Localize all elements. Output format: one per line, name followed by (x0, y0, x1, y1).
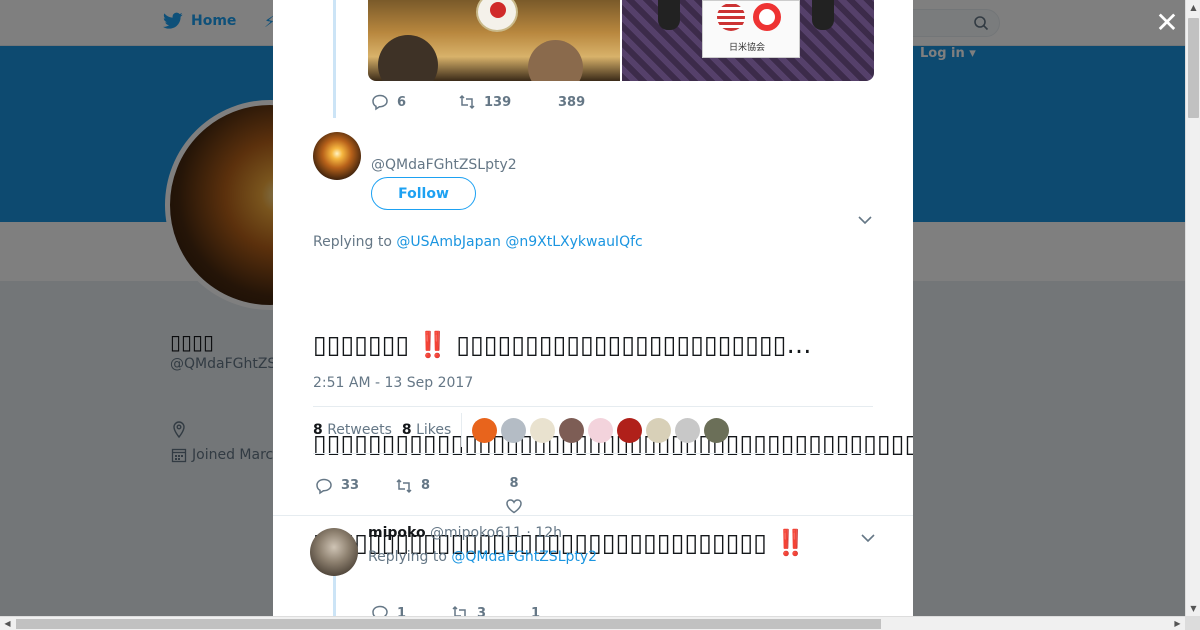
prev-tweet-actions: 6 139 389 (371, 93, 585, 111)
chevron-down-icon[interactable] (861, 528, 875, 547)
liker-avatar[interactable] (472, 417, 498, 443)
tweet-actions: 33 8 8 (315, 466, 523, 514)
likes-stat[interactable]: 8 Likes (402, 422, 451, 438)
reply-header: mipoko @mipoko611 · 12h (368, 525, 562, 541)
liker-avatar[interactable] (588, 417, 614, 443)
reply-author-name[interactable]: mipoko (368, 525, 426, 541)
reply-count: 1 (397, 605, 407, 617)
like-count: 1 (531, 605, 541, 617)
retweet-button[interactable]: 8 (395, 477, 505, 495)
reply-button[interactable]: 1 (371, 604, 451, 616)
tweet-modal: 日米協会 6 139 389 @QMdaFGhtZSLpty2 Follow R… (273, 0, 913, 616)
liker-avatar[interactable] (530, 417, 556, 443)
tweet-stats: 8 Retweets 8 Likes (313, 406, 873, 454)
close-icon[interactable]: ✕ (1155, 9, 1179, 37)
event-sign: 日米協会 (702, 0, 800, 58)
liker-avatars (472, 417, 730, 443)
retweets-label: Retweets (327, 422, 392, 438)
scrollbar-thumb[interactable] (1188, 18, 1199, 118)
scrollbar-corner (1185, 616, 1200, 630)
likes-count: 8 (401, 422, 412, 438)
reply-icon (316, 478, 332, 494)
emblem-seal (476, 0, 518, 32)
retweet-count: 139 (484, 94, 512, 110)
retweets-count: 8 (313, 422, 323, 438)
tweet-photo[interactable] (368, 0, 620, 81)
liker-avatar[interactable] (646, 417, 672, 443)
like-count: 389 (558, 94, 586, 110)
retweet-count: 3 (477, 605, 487, 617)
replying-to: Replying to @USAmbJapan @n9XtLXykwauIQfc (313, 234, 643, 250)
retweet-icon (459, 94, 475, 110)
heart-icon (506, 499, 522, 514)
tweet-text-line: ▯▯▯▯▯▯▯ ‼️ ▯▯▯▯▯▯▯▯▯▯▯▯▯▯▯▯▯▯▯▯▯▯▯▯… (313, 330, 812, 359)
mention-link[interactable]: @USAmbJapan (396, 234, 501, 250)
scrollbar-thumb[interactable] (16, 619, 881, 629)
retweet-button[interactable]: 139 (458, 93, 558, 111)
chevron-down-icon[interactable] (858, 210, 872, 229)
retweet-button[interactable]: 3 (451, 604, 531, 616)
tweet-timestamp[interactable]: 2:51 AM - 13 Sep 2017 (313, 375, 473, 391)
mention-link[interactable]: @QMdaFGhtZSLpty2 (451, 549, 597, 565)
scroll-left-arrow[interactable]: ◀ (0, 617, 15, 630)
tweet-author-avatar[interactable] (313, 132, 361, 180)
liker-avatar[interactable] (501, 417, 527, 443)
reply-actions: 1 3 1 (371, 604, 540, 616)
scroll-down-arrow[interactable]: ▼ (1186, 601, 1200, 616)
like-button[interactable]: 1 (531, 606, 540, 617)
reply-author-avatar[interactable] (310, 528, 358, 576)
thread-line (333, 576, 336, 616)
retweet-icon (396, 478, 412, 493)
divider (273, 515, 913, 516)
like-button[interactable]: 389 (558, 95, 585, 110)
like-count: 8 (509, 476, 519, 491)
reply-icon (372, 605, 388, 616)
reply-replying-to: Replying to @QMdaFGhtZSLpty2 (368, 549, 597, 565)
liker-avatar[interactable] (675, 417, 701, 443)
scroll-up-arrow[interactable]: ▲ (1186, 0, 1200, 15)
event-sign-text: 日米協会 (729, 43, 766, 53)
follow-button[interactable]: Follow (371, 177, 476, 210)
divider (461, 413, 463, 447)
horizontal-scrollbar[interactable]: ◀ ▶ (0, 616, 1185, 630)
thread-line (333, 0, 336, 118)
tweet-author-handle[interactable]: @QMdaFGhtZSLpty2 (371, 157, 517, 173)
likes-label: Likes (416, 422, 452, 438)
scroll-right-arrow[interactable]: ▶ (1170, 617, 1185, 630)
retweet-count: 8 (421, 478, 431, 493)
mention-link[interactable]: @n9XtLXykwauIQfc (505, 234, 642, 250)
tweet-photos[interactable]: 日米協会 (368, 0, 874, 81)
retweet-icon (452, 605, 466, 616)
reply-button[interactable]: 6 (371, 93, 458, 111)
reply-count: 33 (341, 478, 360, 493)
reply-button[interactable]: 33 (315, 477, 395, 495)
replying-prefix: Replying to (313, 234, 392, 250)
liker-avatar[interactable] (617, 417, 643, 443)
reply-author-handle[interactable]: @mipoko611 (430, 525, 522, 541)
tweet-photo[interactable]: 日米協会 (622, 0, 874, 81)
like-button[interactable]: 8 (505, 476, 523, 515)
vertical-scrollbar[interactable]: ▲ ▼ (1185, 0, 1200, 616)
replying-prefix: Replying to (368, 549, 447, 565)
reply-count: 6 (397, 94, 407, 110)
retweets-stat[interactable]: 8 Retweets (313, 422, 392, 438)
reply-icon (372, 94, 388, 111)
liker-avatar[interactable] (559, 417, 585, 443)
reply-time[interactable]: 12h (535, 525, 562, 541)
liker-avatar[interactable] (704, 417, 730, 443)
